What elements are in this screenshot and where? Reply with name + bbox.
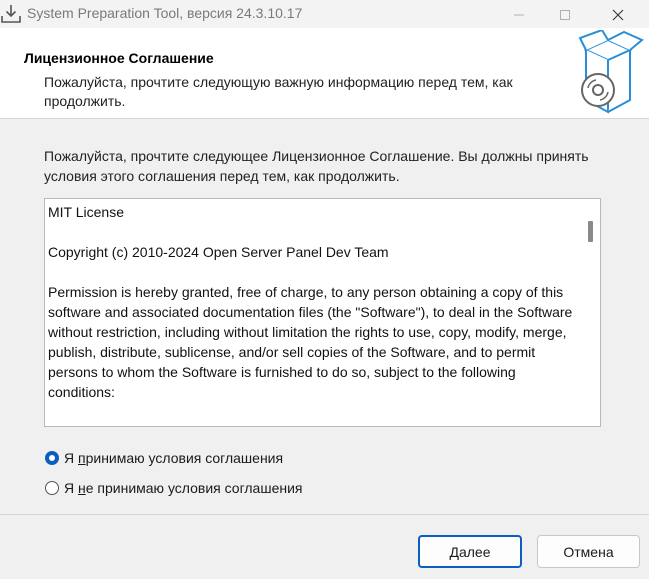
license-content: MIT License Copyright (c) 2010-2024 Open…: [48, 202, 583, 422]
accept-license-option[interactable]: Я принимаю условия соглашения: [45, 448, 283, 468]
title-bar: System Preparation Tool, версия 24.3.10.…: [0, 0, 649, 28]
decline-label[interactable]: Я не принимаю условия соглашения: [64, 480, 302, 496]
license-paragraph: Copyright (c) 2010-2024 Open Server Pane…: [48, 244, 389, 260]
close-button[interactable]: [595, 0, 641, 28]
decline-license-option[interactable]: Я не принимаю условия соглашения: [45, 478, 302, 498]
vertical-scrollbar[interactable]: [582, 199, 600, 426]
accept-radio[interactable]: [45, 451, 59, 465]
page-title: Лицензионное Соглашение: [24, 50, 214, 66]
page-subtitle: Пожалуйста, прочтите следующую важную ин…: [44, 74, 513, 109]
minimize-button[interactable]: [496, 0, 542, 28]
intro-text: Пожалуйста, прочтите следующее Лицензион…: [44, 148, 589, 184]
footer-divider: [0, 514, 649, 515]
cancel-button[interactable]: Отмена: [537, 535, 640, 568]
maximize-button[interactable]: [542, 0, 588, 28]
software-box-disc-icon: [578, 30, 644, 114]
download-tray-icon: [1, 5, 21, 23]
maximize-icon: [560, 10, 570, 20]
license-text-area[interactable]: MIT License Copyright (c) 2010-2024 Open…: [44, 198, 601, 427]
license-paragraph: Permission is hereby granted, free of ch…: [48, 284, 573, 400]
wizard-header: Лицензионное Соглашение Пожалуйста, проч…: [0, 28, 649, 119]
next-button[interactable]: Далее: [418, 535, 522, 568]
license-paragraph: MIT License: [48, 204, 124, 220]
close-icon: [612, 9, 624, 21]
decline-radio[interactable]: [45, 481, 59, 495]
scroll-thumb[interactable]: [588, 221, 593, 242]
window-title: System Preparation Tool, версия 24.3.10.…: [27, 5, 303, 21]
accept-label[interactable]: Я принимаю условия соглашения: [64, 450, 283, 466]
minimize-icon: [514, 14, 524, 16]
